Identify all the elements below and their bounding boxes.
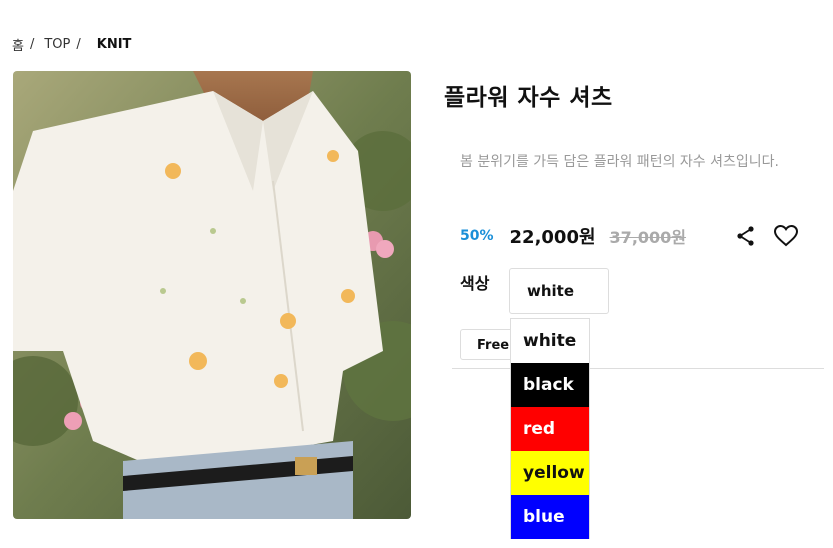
divider	[452, 368, 824, 369]
product-description: 봄 분위기를 가득 담은 플라워 패턴의 자수 셔츠입니다.	[460, 154, 779, 170]
heart-icon	[773, 224, 799, 247]
breadcrumb-separator: /	[76, 37, 81, 52]
color-option-white[interactable]: white	[511, 319, 589, 363]
color-option-red[interactable]: red	[511, 407, 589, 451]
breadcrumb-home[interactable]: 홈	[12, 35, 24, 54]
breadcrumb-top[interactable]: TOP	[44, 37, 70, 52]
color-label: 색상	[460, 274, 490, 293]
share-button[interactable]	[735, 225, 757, 247]
price-row: 50% 22,000원 37,000원	[460, 223, 686, 249]
product-image	[13, 71, 411, 519]
color-option-yellow[interactable]: yellow	[511, 451, 589, 495]
color-option-black[interactable]: black	[511, 363, 589, 407]
breadcrumb-current[interactable]: KNIT	[97, 37, 132, 52]
share-icon	[737, 226, 754, 246]
color-option-blue[interactable]: blue	[511, 495, 589, 539]
product-title: 플라워 자수 셔츠	[444, 85, 613, 111]
breadcrumb: 홈 / TOP / KNIT	[12, 35, 131, 54]
like-button[interactable]	[773, 223, 799, 249]
original-price: 37,000원	[609, 228, 687, 247]
discount-badge: 50%	[460, 228, 494, 244]
breadcrumb-separator: /	[29, 37, 35, 52]
color-select[interactable]: white	[509, 268, 609, 314]
sale-price: 22,000원	[509, 227, 596, 248]
color-dropdown-list: white black red yellow blue	[510, 318, 590, 539]
